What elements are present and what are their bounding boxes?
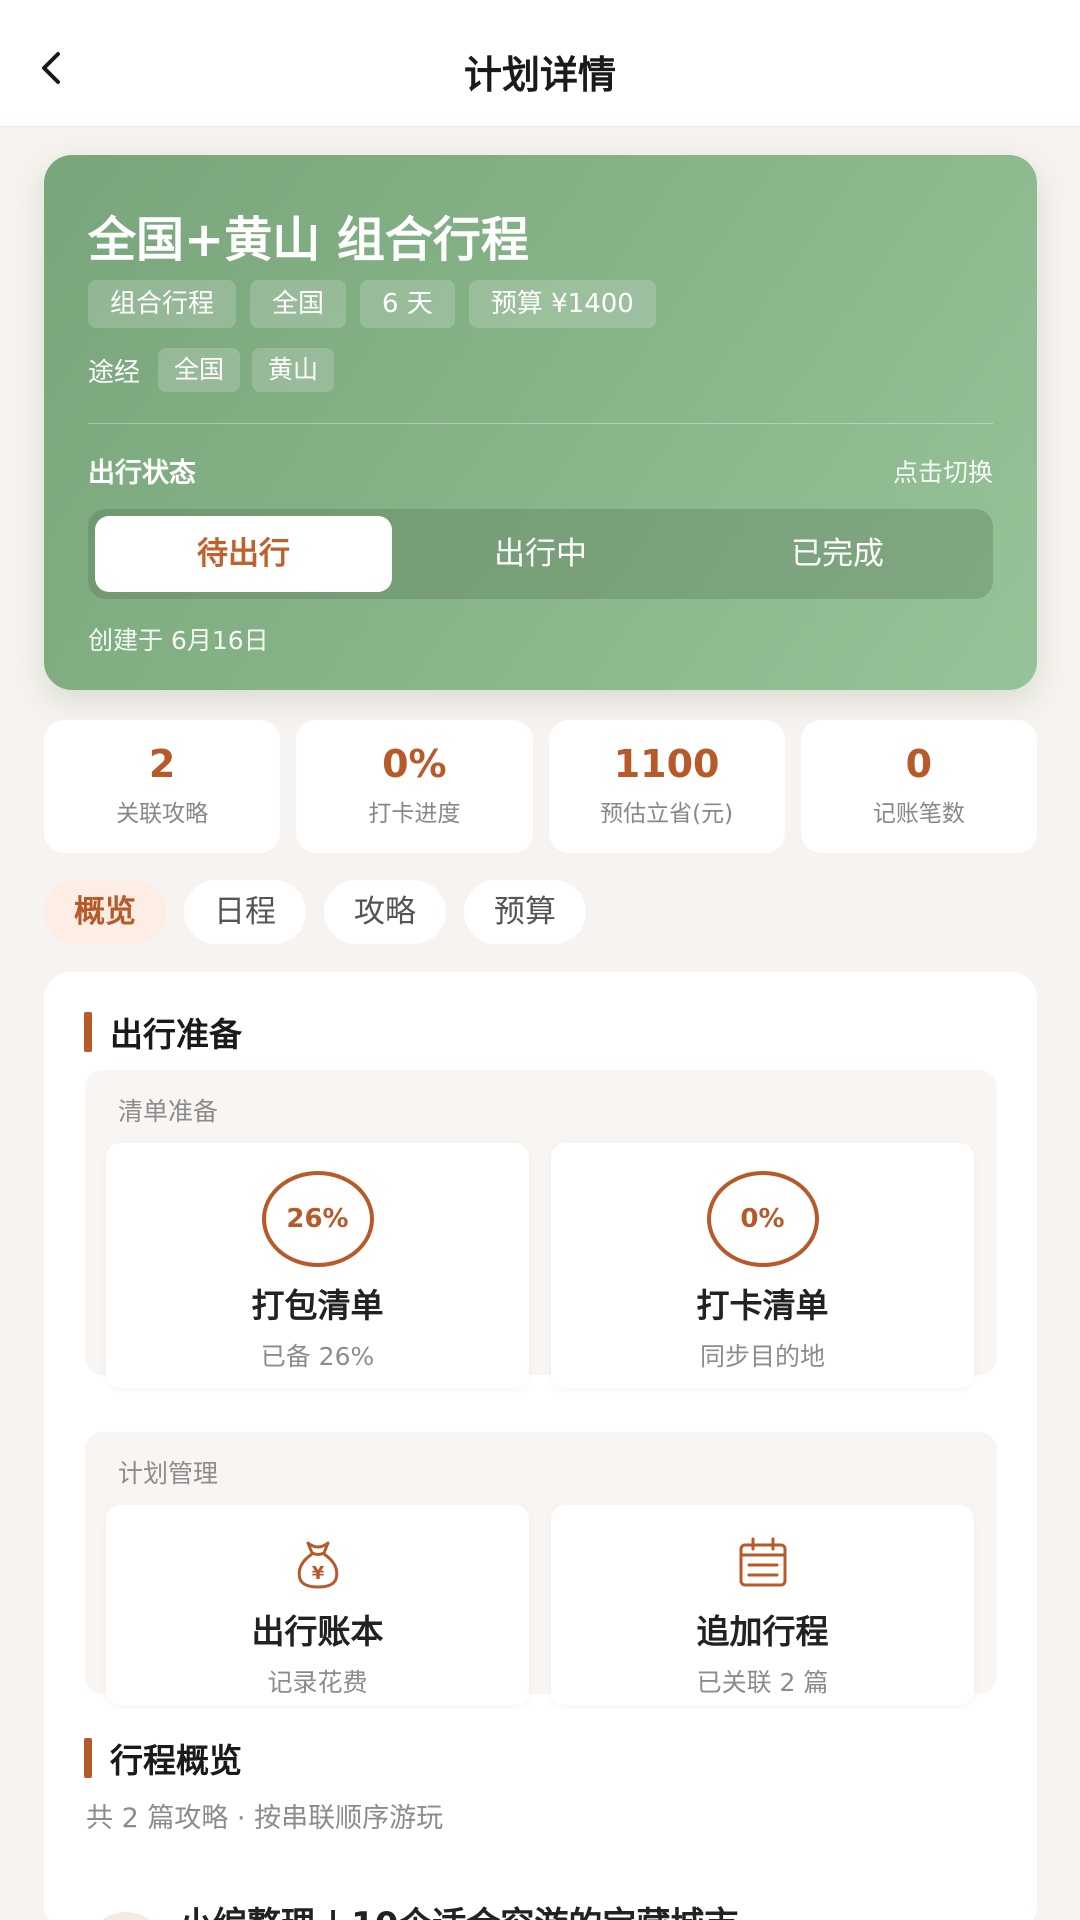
- article-title[interactable]: 小编整理 | 10个适合穷游的宝藏城市: [179, 1897, 738, 1920]
- tag-duration: 6 天: [360, 280, 455, 328]
- travel-ledger-tile[interactable]: ¥ 出行账本 记录花费: [106, 1505, 529, 1705]
- overview-card: 出行准备 清单准备 26% 打包清单 已备 26% 0% 打卡清单 同步目的地 …: [44, 972, 1037, 1920]
- add-itinerary-tile[interactable]: 追加行程 已关联 2 篇: [551, 1505, 974, 1705]
- stat-label: 预估立省(元): [600, 801, 734, 827]
- checkin-list-tile[interactable]: 0% 打卡清单 同步目的地: [551, 1143, 974, 1388]
- tile-subtitle: 已备 26%: [260, 1342, 375, 1371]
- tile-subtitle: 同步目的地: [699, 1342, 825, 1371]
- section-title-prep: 出行准备: [84, 1008, 242, 1056]
- tag-region: 全国: [250, 280, 347, 328]
- tile-subtitle: 已关联 2 篇: [696, 1668, 829, 1697]
- tile-title: 打卡清单: [696, 1286, 829, 1325]
- money-bag-icon: ¥: [288, 1533, 348, 1593]
- group-label: 清单准备: [118, 1097, 219, 1126]
- calendar-list-icon: [733, 1533, 793, 1593]
- top-bar: 计划详情: [0, 0, 1080, 127]
- tab-guides[interactable]: 攻略: [324, 880, 446, 944]
- progress-ring: 26%: [261, 1171, 374, 1267]
- divider: [88, 423, 993, 424]
- tile-title: 打包清单: [251, 1286, 384, 1325]
- travel-status-label: 出行状态: [88, 458, 196, 489]
- stat-label: 打卡进度: [368, 801, 461, 827]
- plan-tags: 组合行程 全国 6 天 预算 ¥1400: [88, 280, 656, 328]
- via-row: 途经 全国 黄山: [88, 348, 335, 392]
- svg-text:¥: ¥: [311, 1563, 324, 1584]
- stat-value: 0: [905, 742, 933, 786]
- tab-budget[interactable]: 预算: [464, 880, 586, 944]
- stat-estimated-savings[interactable]: 1100 预估立省(元): [548, 720, 785, 853]
- page-title: 计划详情: [463, 53, 616, 97]
- tag-budget: 预算 ¥1400: [468, 280, 656, 328]
- via-tag: 黄山: [252, 348, 335, 392]
- plan-management-group: 计划管理 ¥ 出行账本 记录花费 追加行程 已关联 2 篇: [85, 1432, 997, 1705]
- tile-subtitle: 记录花费: [267, 1668, 368, 1697]
- stat-label: 关联攻略: [116, 801, 209, 827]
- tile-title: 追加行程: [696, 1612, 829, 1651]
- article-thumbnail: [86, 1912, 166, 1920]
- via-label: 途经: [88, 357, 141, 388]
- stat-linked-guides[interactable]: 2 关联攻略: [44, 720, 281, 853]
- stat-value: 2: [148, 742, 176, 786]
- checklist-group: 清单准备 26% 打包清单 已备 26% 0% 打卡清单 同步目的地: [85, 1070, 997, 1388]
- stat-checkin-progress[interactable]: 0% 打卡进度: [296, 720, 533, 853]
- group-label: 计划管理: [118, 1459, 219, 1488]
- via-tag: 全国: [158, 348, 241, 392]
- status-option-pending[interactable]: 待出行: [95, 516, 392, 592]
- tab-bar: 概览 日程 攻略 预算: [44, 880, 586, 944]
- stats-row: 2 关联攻略 0% 打卡进度 1100 预估立省(元) 0 记账笔数: [44, 720, 1037, 853]
- stat-value: 0%: [382, 742, 447, 786]
- status-option-completed[interactable]: 已完成: [689, 516, 986, 592]
- stat-label: 记账笔数: [872, 801, 965, 827]
- stat-expense-count[interactable]: 0 记账笔数: [800, 720, 1037, 853]
- plan-title: 全国+黄山 组合行程: [88, 212, 529, 268]
- tag-trip-type: 组合行程: [88, 280, 237, 328]
- switch-hint[interactable]: 点击切换: [893, 453, 993, 489]
- tile-title: 出行账本: [251, 1612, 384, 1651]
- status-option-traveling[interactable]: 出行中: [392, 516, 689, 592]
- plan-hero-card: 全国+黄山 组合行程 组合行程 全国 6 天 预算 ¥1400 途经 全国 黄山…: [44, 155, 1037, 690]
- travel-status-segmented-control: 待出行 出行中 已完成: [88, 509, 993, 599]
- tab-overview[interactable]: 概览: [44, 880, 166, 944]
- overview-subtitle: 共 2 篇攻略 · 按串联顺序游玩: [86, 1803, 444, 1834]
- stat-value: 1100: [613, 742, 720, 786]
- created-date: 创建于 6月16日: [88, 626, 269, 655]
- packing-list-tile[interactable]: 26% 打包清单 已备 26%: [106, 1143, 529, 1388]
- section-title-overview: 行程概览: [84, 1734, 242, 1782]
- tab-schedule[interactable]: 日程: [184, 880, 306, 944]
- progress-ring: 0%: [706, 1171, 819, 1267]
